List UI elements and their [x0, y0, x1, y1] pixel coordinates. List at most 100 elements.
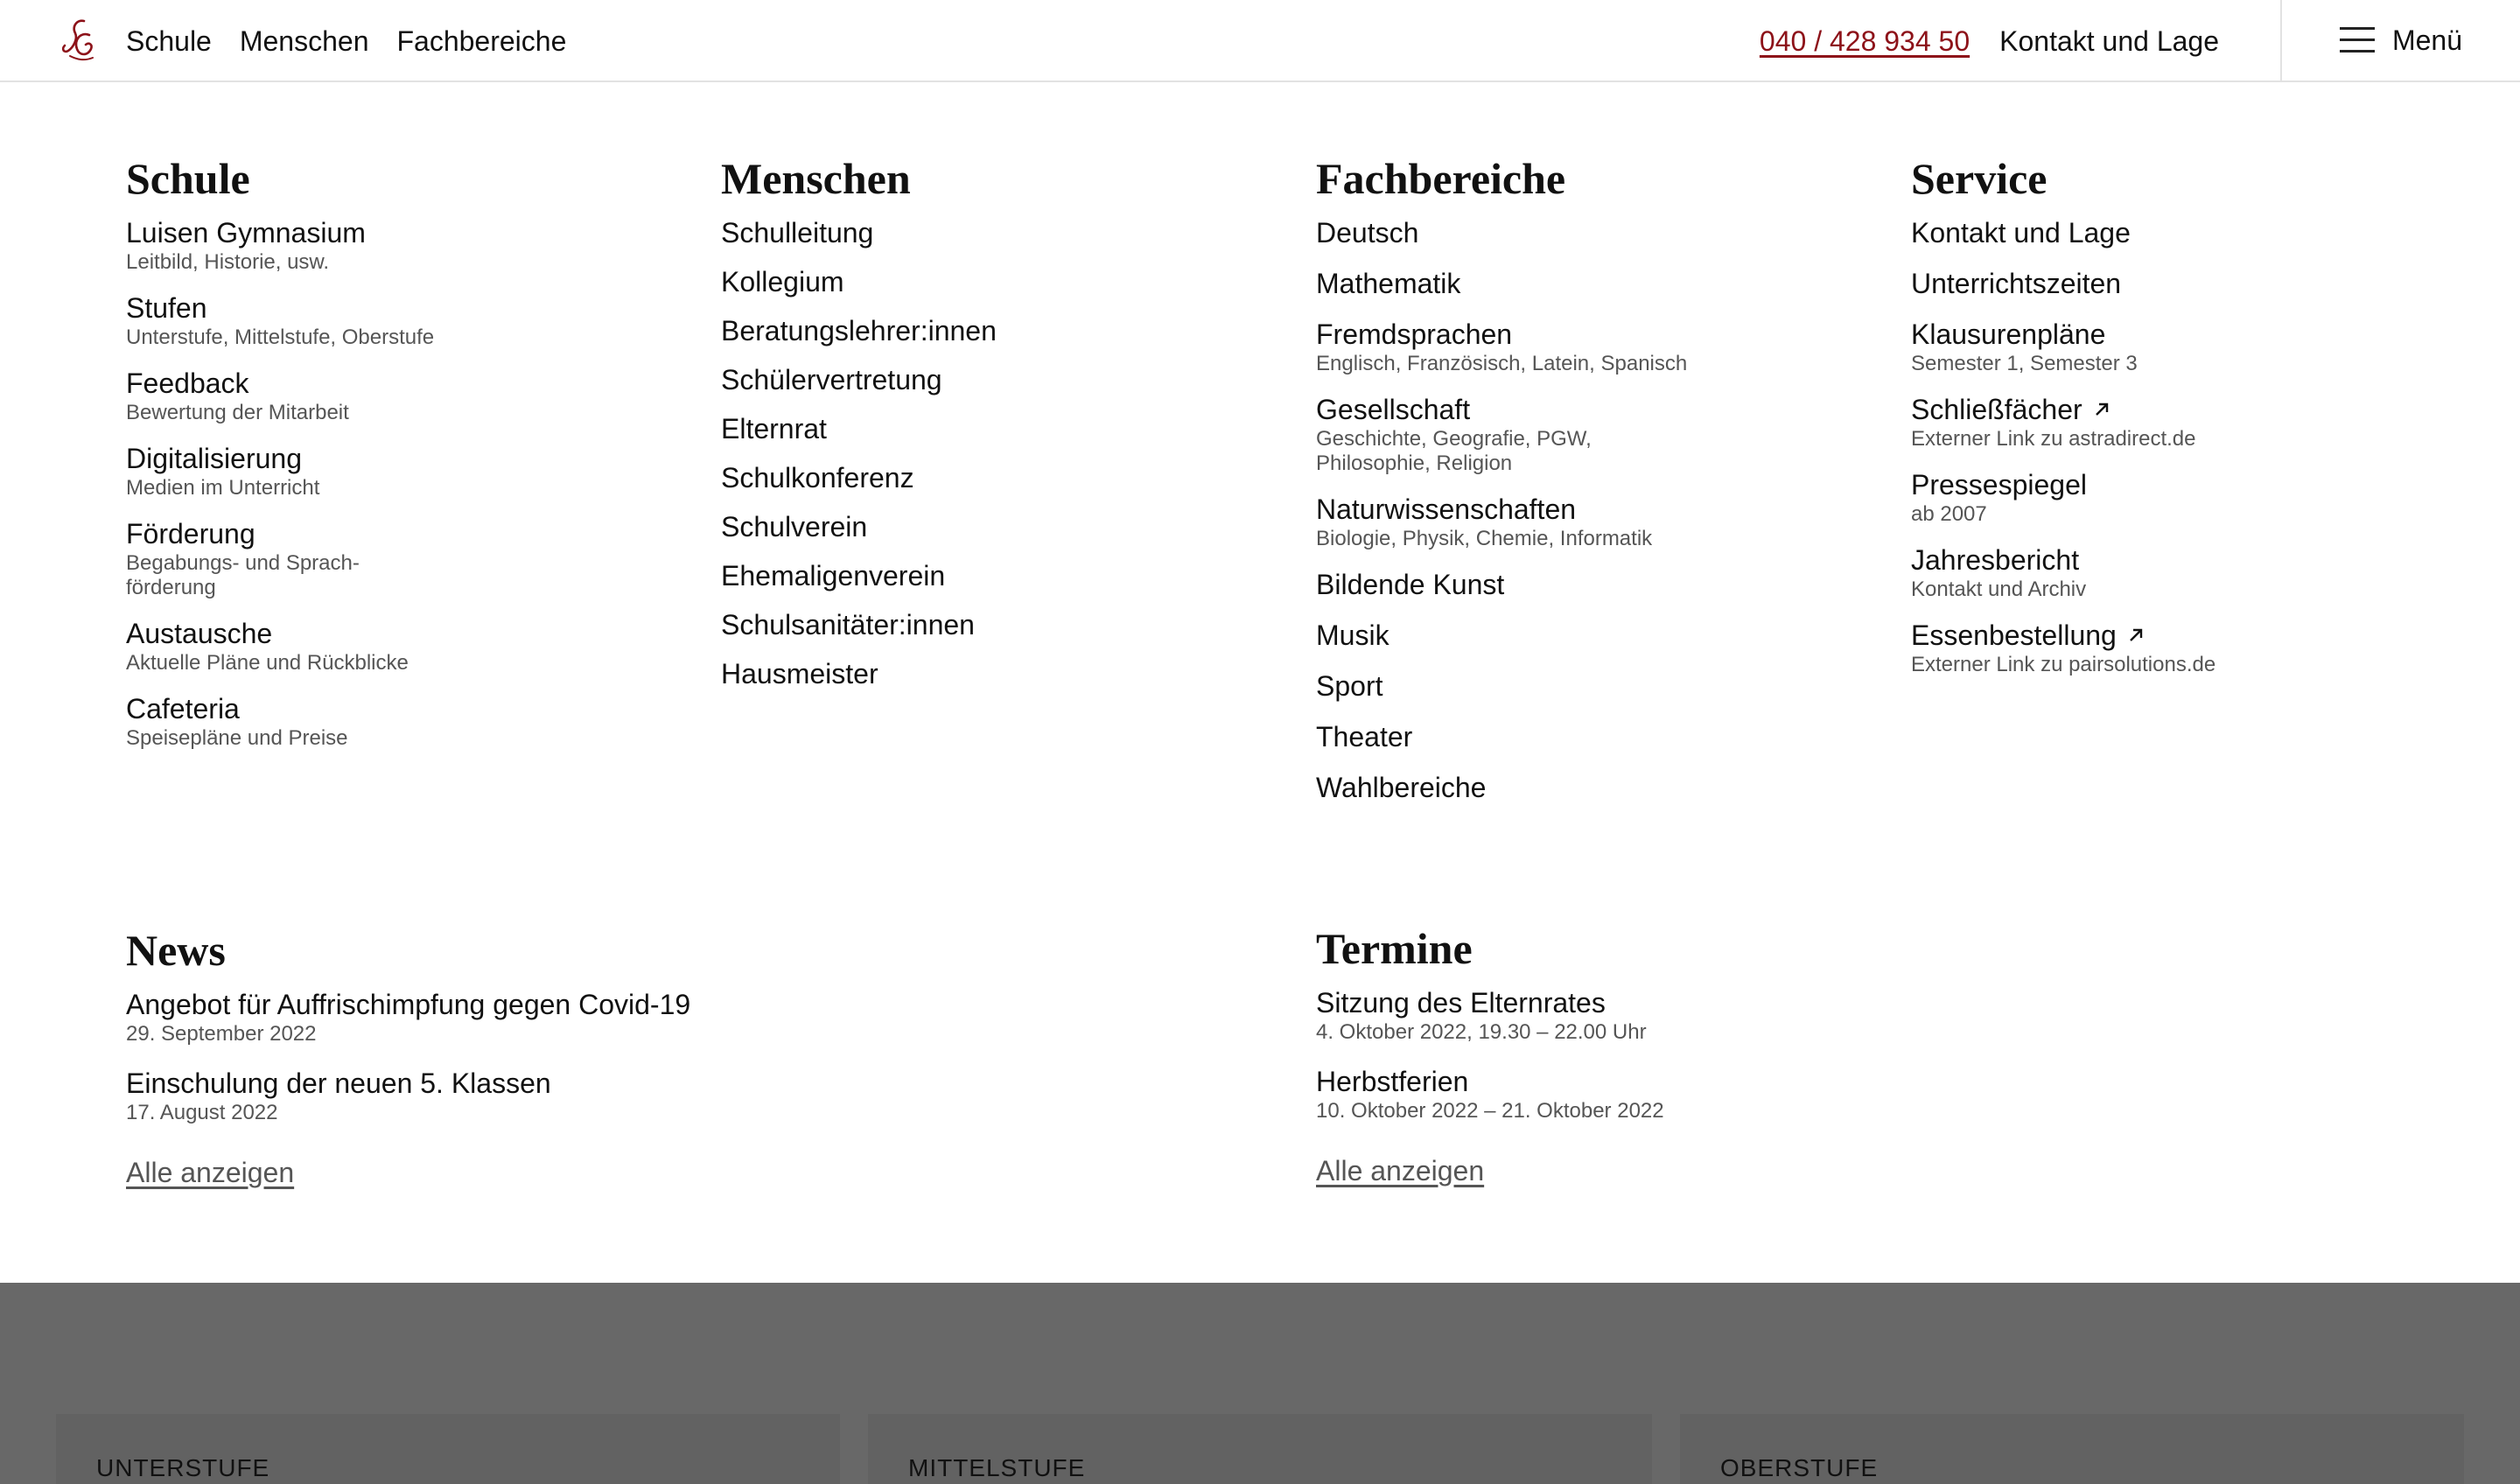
item-title: Theater: [1316, 721, 1413, 752]
item-title: Sport: [1316, 670, 1383, 702]
menu-button[interactable]: Menü: [2280, 0, 2520, 80]
item-title: Schulleitung: [721, 217, 874, 248]
contact-link[interactable]: Kontakt und Lage: [1999, 25, 2219, 58]
menu-item-einschulung-der-neuen-5-klassen[interactable]: Einschulung der neuen 5. Klassen 17. Augu…: [126, 1066, 1088, 1125]
menu-item-sport[interactable]: Sport: [1316, 668, 1876, 704]
menu-item-sitzung-des-elternrates[interactable]: Sitzung des Elternrates 4. Oktober 2022, …: [1316, 985, 2278, 1045]
item-title: Cafeteria: [126, 693, 240, 724]
menu-item-angebot-fur-auffrischimpfung-gegen-covid-19[interactable]: Angebot für Auffrischimpfung gegen Covid…: [126, 987, 1088, 1046]
item-subtitle: Kontakt und Archiv: [1911, 578, 2087, 601]
item-subtitle: Bewertung der Mitarbeit: [126, 401, 349, 424]
item-title: Luisen Gymnasium: [126, 217, 366, 248]
item-title: Naturwissenschaften: [1316, 494, 1577, 525]
card-unterstufe[interactable]: UNTERSTUFE: [56, 1414, 840, 1484]
menu-item-ehemaligenverein[interactable]: Ehemaligenverein: [721, 558, 1281, 593]
phone-link[interactable]: 040 / 428 934 50: [1760, 25, 1970, 58]
menu-item-mathematik[interactable]: Mathematik: [1316, 266, 1876, 301]
termine-show-all-link[interactable]: Alle anzeigen: [1316, 1153, 1484, 1188]
menu-item-schliessfacher[interactable]: Schließfächer Externer Link zu astradirec…: [1911, 392, 2471, 452]
card-mittelstufe[interactable]: MITTELSTUFE: [868, 1414, 1652, 1484]
menu-item-beratungslehrer-innen[interactable]: Beratungslehrer:innen: [721, 313, 1281, 348]
item-subtitle: Aktuelle Pläne und Rückblicke: [126, 651, 409, 675]
column-heading-service: Service: [1911, 154, 2048, 203]
item-subtitle: Speisepläne und Preise: [126, 726, 348, 750]
menu-item-schulleitung[interactable]: Schulleitung: [721, 215, 1281, 250]
item-title: Kollegium: [721, 266, 844, 298]
item-subtitle: Medien im Unterricht: [126, 476, 320, 500]
item-title: Schulverein: [721, 511, 868, 542]
menu-item-stufen[interactable]: Stufen Unterstufe, Mittelstufe, Oberstufe: [126, 290, 686, 350]
item-title: Pressespiegel: [1911, 469, 2087, 500]
card-label: MITTELSTUFE: [908, 1454, 1086, 1481]
menu-item-hausmeister[interactable]: Hausmeister: [721, 656, 1281, 691]
menu-item-schulervertretung[interactable]: Schülervertretung: [721, 362, 1281, 397]
news-heading: News: [126, 926, 226, 975]
card-label: UNTERSTUFE: [96, 1454, 270, 1481]
item-title: Fremdsprachen: [1316, 318, 1513, 350]
item-title: Bildende Kunst: [1316, 569, 1505, 600]
menu-item-gesellschaft[interactable]: Gesellschaft Geschichte, Geografie, PGW, …: [1316, 392, 1876, 476]
menu-item-musik[interactable]: Musik: [1316, 618, 1876, 653]
item-title: Klausurenpläne: [1911, 318, 2106, 350]
item-title: Ehemaligenverein: [721, 560, 946, 592]
menu-item-schulsanitater-innen[interactable]: Schulsanitäter:innen: [721, 607, 1281, 642]
item-title: Hausmeister: [721, 658, 878, 690]
menu-item-cafeteria[interactable]: Cafeteria Speisepläne und Preise: [126, 691, 686, 751]
news-section: News Angebot für Auffrischimpfung gegen …: [126, 922, 1088, 1190]
menu-item-kontakt-und-lage[interactable]: Kontakt und Lage: [1911, 215, 2471, 250]
menu-column-schule: Schule Luisen Gymnasium Leitbild, Histori…: [126, 150, 686, 766]
menu-column-service: Service Kontakt und Lage Unterrichtszeite…: [1911, 150, 2471, 693]
menu-item-kollegium[interactable]: Kollegium: [721, 264, 1281, 299]
menu-item-digitalisierung[interactable]: Digitalisierung Medien im Unterricht: [126, 441, 686, 500]
termine-heading: Termine: [1316, 924, 1473, 973]
menu-item-herbstferien[interactable]: Herbstferien 10. Oktober 2022 – 21. Oktob…: [1316, 1064, 2278, 1124]
item-title: Schülervertretung: [721, 364, 942, 396]
item-subtitle: Englisch, Französisch, Latein, Spanisch: [1316, 352, 1688, 375]
menu-item-wahlbereiche[interactable]: Wahlbereiche: [1316, 770, 1876, 805]
menu-item-schulkonferenz[interactable]: Schulkonferenz: [721, 460, 1281, 495]
nav-link-fachbereiche[interactable]: Fachbereiche: [396, 25, 566, 58]
item-subtitle: Unterstufe, Mittelstufe, Oberstufe: [126, 326, 435, 349]
card-oberstufe[interactable]: OBERSTUFE: [1680, 1414, 2464, 1484]
menu-item-feedback[interactable]: Feedback Bewertung der Mitarbeit: [126, 366, 686, 425]
menu-item-unterrichtszeiten[interactable]: Unterrichtszeiten: [1911, 266, 2471, 301]
menu-item-theater[interactable]: Theater: [1316, 719, 1876, 754]
item-title: Austausche: [126, 618, 273, 649]
menu-item-essenbestellung[interactable]: Essenbestellung Externer Link zu pairsolu…: [1911, 618, 2471, 677]
menu-item-austausche[interactable]: Austausche Aktuelle Pläne und Rückblicke: [126, 616, 686, 676]
item-title: Mathematik: [1316, 268, 1461, 299]
item-title: Elternrat: [721, 413, 827, 444]
item-subtitle: ab 2007: [1911, 502, 1987, 526]
menu-item-bildende-kunst[interactable]: Bildende Kunst: [1316, 567, 1876, 602]
external-link-icon: [2129, 628, 2143, 641]
menu-item-fremdsprachen[interactable]: Fremdsprachen Englisch, Französisch, Late…: [1316, 317, 1876, 376]
item-title: Unterrichtszeiten: [1911, 268, 2122, 299]
menu-label: Menü: [2391, 24, 2463, 56]
top-right-links: 040 / 428 934 50 Kontakt und Lage: [1760, 0, 2219, 82]
termine-section: Termine Sitzung des Elternrates 4. Oktobe…: [1316, 920, 2278, 1188]
menu-item-naturwissenschaften[interactable]: Naturwissenschaften Biologie, Physik, Che…: [1316, 492, 1876, 551]
menu-item-forderung[interactable]: Förderung Begabungs- und Sprach- förderun…: [126, 516, 686, 600]
column-heading-schule: Schule: [126, 154, 250, 203]
menu-item-klausurenplane[interactable]: Klausurenpläne Semester 1, Semester 3: [1911, 317, 2471, 376]
menu-item-schulverein[interactable]: Schulverein: [721, 509, 1281, 544]
menu-item-luisen-gymnasium[interactable]: Luisen Gymnasium Leitbild, Historie, usw.: [126, 215, 686, 275]
hamburger-icon: [2339, 27, 2375, 53]
item-title: Herbstferien: [1316, 1066, 1469, 1097]
news-show-all-link[interactable]: Alle anzeigen: [126, 1155, 294, 1190]
menu-item-jahresbericht[interactable]: Jahresbericht Kontakt und Archiv: [1911, 542, 2471, 602]
card-label: OBERSTUFE: [1720, 1454, 1879, 1481]
item-title: Gesellschaft: [1316, 394, 1471, 425]
menu-item-deutsch[interactable]: Deutsch: [1316, 215, 1876, 250]
menu-column-fachbereiche: Fachbereiche Deutsch Mathematik Fremdsprac…: [1316, 150, 1876, 821]
item-subtitle: Leitbild, Historie, usw.: [126, 250, 330, 274]
external-link-icon: [2095, 402, 2108, 416]
menu-item-pressespiegel[interactable]: Pressespiegel ab 2007: [1911, 467, 2471, 527]
nav-link-schule[interactable]: Schule: [126, 25, 212, 58]
menu-column-menschen: Menschen Schulleitung Kollegium Beratungsl…: [721, 150, 1281, 705]
lg-monogram-logo[interactable]: [54, 16, 103, 66]
item-title: Feedback: [126, 368, 249, 399]
nav-link-menschen[interactable]: Menschen: [240, 25, 369, 58]
item-subtitle: Begabungs- und Sprach- förderung: [126, 551, 360, 599]
menu-item-elternrat[interactable]: Elternrat: [721, 411, 1281, 446]
